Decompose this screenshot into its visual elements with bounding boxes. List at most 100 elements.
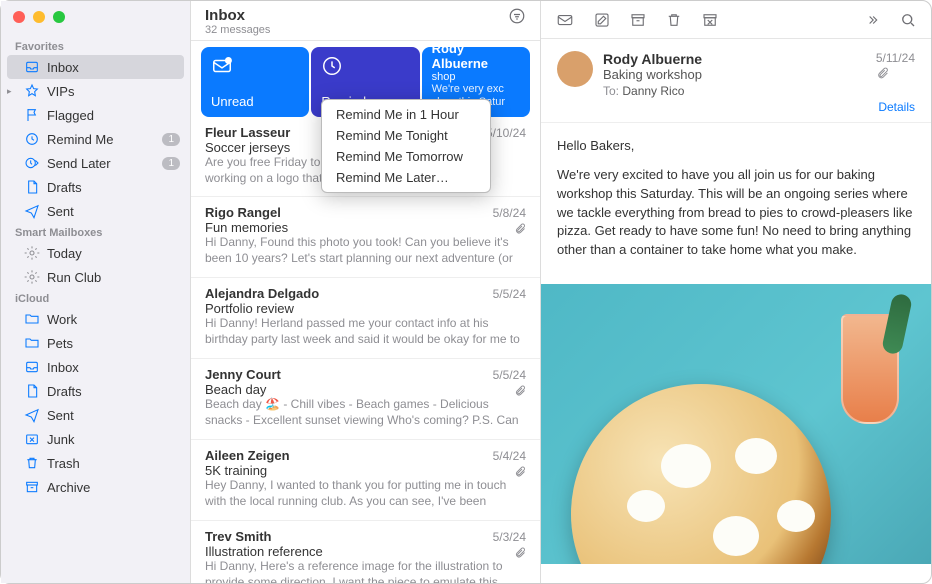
minimize-window-button[interactable] — [33, 11, 45, 23]
filter-icon[interactable] — [508, 7, 526, 25]
close-window-button[interactable] — [13, 11, 25, 23]
sidebar-item-label: Sent — [47, 408, 180, 423]
details-link[interactable]: Details — [876, 100, 915, 114]
more-icon[interactable] — [863, 13, 881, 27]
sidebar-item-label: Run Club — [47, 270, 180, 285]
sidebar-item-junk[interactable]: Junk — [1, 427, 190, 451]
body-greeting: Hello Bakers, — [557, 137, 915, 156]
avatar[interactable] — [557, 51, 593, 87]
gear-icon — [23, 244, 41, 262]
trash-icon — [23, 454, 41, 472]
msg-preview: Beach day 🏖️ - Chill vibes - Beach games… — [205, 397, 526, 429]
filter-unread[interactable]: Unread — [201, 47, 309, 117]
menu-item[interactable]: Remind Me Later… — [322, 167, 490, 188]
window-controls — [1, 1, 190, 37]
message-row[interactable]: Trev Smith5/3/24Illustration referenceHi… — [191, 521, 540, 583]
message-row[interactable]: Rigo Rangel5/8/24Fun memoriesHi Danny, F… — [191, 197, 540, 278]
clock-icon — [23, 130, 41, 148]
sidebar-item-label: Trash — [47, 456, 180, 471]
sidebar: FavoritesInbox▸VIPsFlaggedRemind Me1Send… — [1, 1, 191, 583]
sidebar-item-archive[interactable]: Archive — [1, 475, 190, 499]
sidebar-section-header[interactable]: iCloud — [1, 289, 190, 307]
gear-icon — [23, 268, 41, 286]
paperclip-icon — [514, 385, 526, 397]
msg-date: 5/10/24 — [486, 126, 526, 140]
envelope-icon[interactable] — [555, 11, 575, 29]
reading-pane: Rody Albuerne Baking workshop To: Danny … — [541, 1, 931, 583]
menu-item[interactable]: Remind Me in 1 Hour — [322, 104, 490, 125]
junk-icon[interactable] — [701, 11, 719, 29]
paperclip-icon — [514, 223, 526, 235]
inbox-title: Inbox — [205, 7, 270, 24]
msg-sender: Trev Smith — [205, 529, 271, 544]
message-row[interactable]: Aileen Zeigen5/4/245K trainingHey Danny,… — [191, 440, 540, 521]
sidebar-section-header[interactable]: Smart Mailboxes — [1, 223, 190, 241]
to-name: Danny Rico — [622, 84, 684, 98]
flag-icon — [23, 106, 41, 124]
sidebar-item-label: Inbox — [47, 60, 174, 75]
paperclip-icon — [514, 547, 526, 559]
sidebar-item-label: VIPs — [47, 84, 180, 99]
menu-item[interactable]: Remind Me Tonight — [322, 125, 490, 146]
search-icon[interactable] — [899, 11, 917, 29]
from-name: Rody Albuerne — [603, 51, 866, 67]
sidebar-item-label: Inbox — [47, 360, 180, 375]
attachment-image[interactable] — [541, 284, 931, 564]
message-row[interactable]: Jenny Court5/5/24Beach dayBeach day 🏖️ -… — [191, 359, 540, 440]
msg-sender: Fleur Lasseur — [205, 125, 290, 140]
sidebar-item-label: Archive — [47, 480, 180, 495]
sidebar-item-label: Junk — [47, 432, 180, 447]
clock-icon — [321, 55, 343, 77]
sidebar-item-flagged[interactable]: Flagged — [1, 103, 190, 127]
paperclip-icon — [514, 466, 526, 478]
doc-icon — [23, 382, 41, 400]
sidebar-item-label: Remind Me — [47, 132, 162, 147]
sidebar-item-trash[interactable]: Trash — [1, 451, 190, 475]
sidebar-item-vips[interactable]: ▸ VIPs — [1, 79, 190, 103]
msg-sender: Jenny Court — [205, 367, 281, 382]
filter-tiles: Unread Remind Rody Albuerne shop We're v… — [191, 41, 540, 117]
subject-line: Baking workshop — [603, 67, 866, 82]
sidebar-section-header[interactable]: Favorites — [1, 37, 190, 55]
msg-sender: Aileen Zeigen — [205, 448, 290, 463]
sidebar-item-today[interactable]: Today — [1, 241, 190, 265]
sidebar-item-sent[interactable]: Sent — [1, 403, 190, 427]
sidebar-item-work[interactable]: Work — [1, 307, 190, 331]
folder-icon — [23, 310, 41, 328]
sidebar-item-inbox[interactable]: Inbox — [7, 55, 184, 79]
sidebar-item-label: Today — [47, 246, 180, 261]
msg-subject: Illustration reference — [205, 544, 526, 559]
sidebar-item-remind-me[interactable]: Remind Me1 — [1, 127, 190, 151]
menu-item[interactable]: Remind Me Tomorrow — [322, 146, 490, 167]
sidebar-item-run-club[interactable]: Run Club — [1, 265, 190, 289]
sidebar-item-label: Send Later — [47, 156, 162, 171]
trash-icon[interactable] — [665, 11, 683, 29]
sidebar-item-inbox[interactable]: Inbox — [1, 355, 190, 379]
x-bin-icon — [23, 430, 41, 448]
chevron-right-icon[interactable]: ▸ — [7, 86, 12, 97]
folder-icon — [23, 334, 41, 352]
tray-icon — [23, 58, 41, 76]
message-date: 5/11/24 — [876, 51, 915, 65]
msg-subject: Fun memories — [205, 220, 526, 235]
zoom-window-button[interactable] — [53, 11, 65, 23]
sidebar-item-drafts[interactable]: Drafts — [1, 175, 190, 199]
sidebar-item-sent[interactable]: Sent — [1, 199, 190, 223]
sidebar-item-label: Work — [47, 312, 180, 327]
sidebar-item-drafts[interactable]: Drafts — [1, 379, 190, 403]
archive-icon[interactable] — [629, 11, 647, 29]
doc-icon — [23, 178, 41, 196]
sidebar-item-send-later[interactable]: Send Later1 — [1, 151, 190, 175]
sidebar-item-label: Pets — [47, 336, 180, 351]
attachment-icon — [876, 67, 915, 80]
archive-icon — [23, 478, 41, 496]
msg-subject: 5K training — [205, 463, 526, 478]
sidebar-item-label: Sent — [47, 204, 180, 219]
compose-icon[interactable] — [593, 11, 611, 29]
paperplane-icon — [23, 406, 41, 424]
msg-date: 5/3/24 — [493, 530, 526, 544]
toolbar — [541, 1, 931, 39]
message-row[interactable]: Alejandra Delgado5/5/24Portfolio reviewH… — [191, 278, 540, 359]
message-header: Rody Albuerne Baking workshop To: Danny … — [541, 39, 931, 123]
sidebar-item-pets[interactable]: Pets — [1, 331, 190, 355]
